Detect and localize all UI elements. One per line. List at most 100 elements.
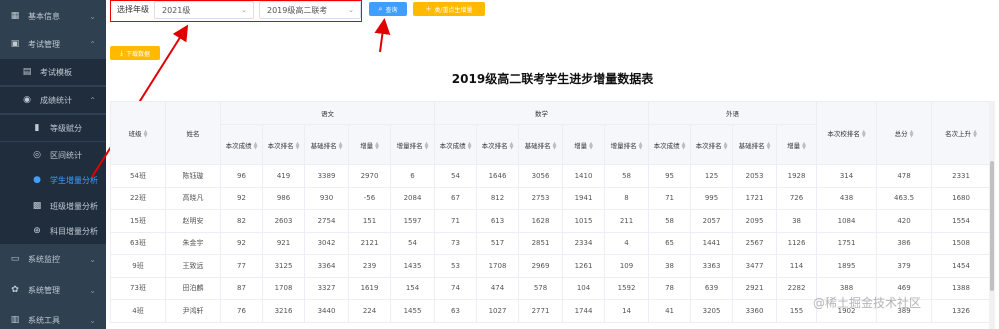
column-header-current-rank[interactable]: 本次排名 ▲ ▼ [476, 124, 520, 165]
table-row: 9班 王致远 77 3125 3364 239 1435 53 1708 2969 1261 109 3… [110, 254, 989, 278]
cell: 87 [220, 276, 263, 300]
eye-icon: ◉ [23, 95, 31, 105]
sidebar-item-range-stats[interactable]: ◎ 区间统计 [0, 142, 106, 168]
sort-icon[interactable]: ▲ ▼ [639, 141, 643, 150]
column-header-increment[interactable]: 增量 ▲ ▼ [776, 124, 818, 165]
sort-icon[interactable]: ▲ ▼ [510, 141, 514, 150]
cell: 1928 [776, 164, 818, 188]
column-header-school-rank[interactable]: 本次校排名 ▲ ▼ [816, 101, 878, 165]
sidebar-item-system-tools[interactable]: ▥ 系统工具 ⌄ [0, 307, 106, 329]
app-window: ▦ 基本信息 ⌄ ▣ 考试管理 ⌃ ▤ 考试模板 ◉ 成绩统计 ⌃ ▮ 等级赋分… [0, 0, 999, 329]
cell: 2057 [690, 209, 734, 233]
cell: 92 [220, 186, 263, 210]
cell: 3056 [518, 164, 564, 188]
sidebar-item-exam-management[interactable]: ▣ 考试管理 ⌃ [0, 31, 106, 57]
column-header-base-rank[interactable]: 基础排名 ▲ ▼ [518, 124, 564, 165]
sort-icon[interactable]: ▲ ▼ [553, 141, 557, 150]
cell: 1744 [562, 299, 606, 323]
sort-icon[interactable]: ▲ ▼ [973, 130, 977, 139]
column-header-current-score[interactable]: 本次成绩 ▲ ▼ [220, 124, 263, 165]
sort-icon[interactable]: ▲ ▼ [296, 141, 300, 150]
cell: 2970 [348, 164, 391, 188]
sort-icon[interactable]: ▲ ▼ [910, 130, 914, 139]
cell: 419 [262, 164, 305, 188]
column-header-base-rank[interactable]: 基础排名 ▲ ▼ [732, 124, 778, 165]
cell: 63 [434, 299, 478, 323]
sidebar-item-exam-template[interactable]: ▤ 考试模板 [0, 59, 106, 85]
cell: 2334 [562, 231, 606, 255]
sidebar-item-system-monitor[interactable]: ▭ 系统监控 ⌄ [0, 246, 106, 272]
sort-icon[interactable]: ▲ ▼ [802, 141, 806, 150]
sort-icon[interactable]: ▲ ▼ [767, 141, 771, 150]
cell: 95 [648, 164, 692, 188]
sort-icon[interactable]: ▲ ▼ [724, 141, 728, 150]
column-header-current-score[interactable]: 本次成绩 ▲ ▼ [434, 124, 478, 165]
column-header-base-rank[interactable]: 基础排名 ▲ ▼ [304, 124, 349, 165]
cell: 1941 [562, 186, 606, 210]
cell: 1554 [931, 209, 989, 233]
cell: 517 [476, 231, 520, 255]
cell: 73班 [110, 276, 166, 300]
chevron-up-icon: ⌃ [89, 95, 96, 105]
cell: 3042 [304, 231, 349, 255]
cell: 1895 [816, 254, 878, 278]
grid-icon: ▦ [10, 11, 20, 21]
column-header-current-rank[interactable]: 本次排名 ▲ ▼ [690, 124, 734, 165]
cell: 812 [476, 186, 520, 210]
table-scrollbar[interactable] [989, 101, 995, 329]
sort-icon[interactable]: ▲ ▼ [682, 141, 686, 150]
cell: 2754 [304, 209, 349, 233]
column-header-increment[interactable]: 增量 ▲ ▼ [348, 124, 391, 165]
column-header-increment-rank[interactable]: 增量排名 ▲ ▼ [604, 124, 650, 165]
cell: 1646 [476, 164, 520, 188]
sort-icon[interactable]: ▲ ▼ [254, 141, 258, 150]
sort-icon[interactable]: ▲ ▼ [468, 141, 472, 150]
sidebar-item-level-scoring[interactable]: ▮ 等级赋分 [0, 115, 106, 141]
exam-select[interactable]: 2019级高二联考 ⌄ [259, 1, 361, 19]
column-header-current-rank[interactable]: 本次排名 ▲ ▼ [262, 124, 305, 165]
chevron-down-icon: ⌄ [89, 285, 96, 295]
cell: 3364 [304, 254, 349, 278]
cell: 995 [690, 186, 734, 210]
cell: 53 [434, 254, 478, 278]
sidebar-item-basic-info[interactable]: ▦ 基本信息 ⌄ [0, 3, 106, 29]
sidebar-item-label: 班级增量分析 [50, 201, 98, 211]
column-header-total[interactable]: 总分 ▲ ▼ [876, 101, 933, 165]
sidebar-item-class-increment[interactable]: ▩ 班级增量分析 [0, 193, 106, 219]
search-button[interactable]: ⌕ 查询 [369, 2, 407, 16]
column-header-increment-rank[interactable]: 增量排名 ▲ ▼ [389, 124, 436, 165]
cell: 71 [648, 186, 692, 210]
key-student-increment-button[interactable]: + 类/重点生增量 [413, 2, 485, 16]
sort-icon[interactable]: ▲ ▼ [589, 141, 593, 150]
cell: 1015 [562, 209, 606, 233]
watermark: @稀土掘金技术社区 [813, 296, 922, 310]
cell: 3477 [732, 254, 778, 278]
download-button[interactable]: ⤓ 下载数据 [110, 46, 160, 60]
plus-icon: + [425, 5, 432, 13]
cell: 2567 [732, 231, 778, 255]
scrollbar-thumb[interactable] [990, 161, 994, 291]
sort-icon[interactable]: ▲ ▼ [339, 141, 343, 150]
sidebar-item-subject-increment[interactable]: ⊕ 科目增量分析 [0, 218, 106, 244]
sidebar-item-label: 考试管理 [28, 39, 60, 49]
sort-icon[interactable]: ▲ ▼ [144, 130, 148, 139]
sidebar-item-student-increment[interactable]: ● 学生增量分析 [0, 167, 106, 193]
chevron-up-icon: ⌃ [89, 39, 96, 49]
cell: 224 [348, 299, 391, 323]
table-row: 54班 陈钰璇 96 419 3389 2970 6 54 1646 3056 1410 58 95 12… [110, 164, 989, 188]
column-header-rank-up[interactable]: 名次上升 ▲ ▼ [931, 101, 989, 165]
grade-select[interactable]: 2021级 ⌄ [154, 1, 254, 19]
sidebar-item-score-stats[interactable]: ◉ 成绩统计 ⌃ [0, 87, 106, 113]
table-row: 15班 赵明安 82 2603 2754 151 1597 71 613 1628 1015 211 5… [110, 209, 989, 233]
cell: 2053 [732, 164, 778, 188]
sort-icon[interactable]: ▲ ▼ [425, 141, 429, 150]
cell: 2771 [518, 299, 564, 323]
chevron-down-icon: ⌄ [89, 11, 96, 21]
column-header-increment[interactable]: 增量 ▲ ▼ [562, 124, 606, 165]
column-header-current-score[interactable]: 本次成绩 ▲ ▼ [648, 124, 692, 165]
sort-icon[interactable]: ▲ ▼ [375, 141, 379, 150]
sidebar-item-system-management[interactable]: ✿ 系统管理 ⌄ [0, 277, 106, 303]
sort-icon[interactable]: ▲ ▼ [862, 130, 866, 139]
cell: 58 [604, 164, 650, 188]
column-header-class[interactable]: 班级 ▲ ▼ [110, 101, 166, 165]
